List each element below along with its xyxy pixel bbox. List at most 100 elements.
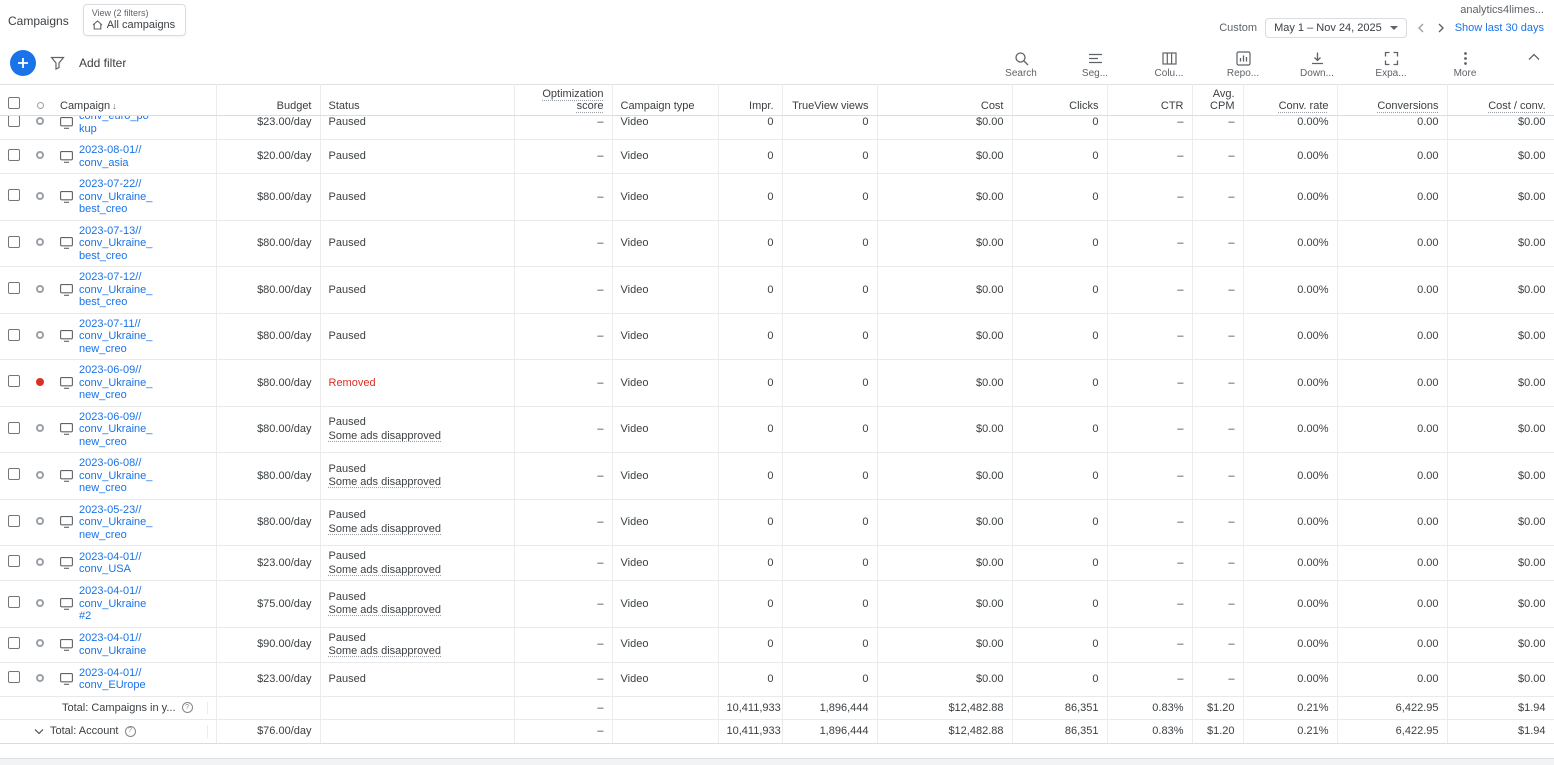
col-campaign[interactable]: Campaign ↓ (52, 85, 216, 116)
tool-label: Seg... (1082, 68, 1108, 79)
cost-cell: $0.00 (877, 313, 1012, 360)
status-dot (36, 558, 44, 566)
expand-tool[interactable]: Expa... (1374, 51, 1408, 79)
col-status[interactable]: Status (320, 85, 514, 116)
more-tool[interactable]: More (1448, 51, 1482, 79)
help-icon[interactable] (182, 702, 193, 713)
row-checkbox[interactable] (8, 282, 20, 294)
impressions-cell: 0 (718, 140, 782, 174)
col-budget[interactable]: Budget (216, 85, 320, 116)
tool-label: Repo... (1227, 68, 1259, 79)
status-note[interactable]: Some ads disapproved (329, 645, 506, 658)
campaign-link[interactable]: 2023-07-22// conv_Ukraine_ best_creo (79, 178, 152, 216)
col-optimization-score[interactable]: Optimization score (514, 85, 612, 116)
col-campaign-type[interactable]: Campaign type (612, 85, 718, 116)
budget-cell: $90.00/day (216, 627, 320, 662)
impressions-cell: 0 (718, 627, 782, 662)
row-checkbox[interactable] (8, 671, 20, 683)
opt-score-cell: – (514, 267, 612, 314)
collapse-toolbar-icon[interactable] (1528, 51, 1540, 61)
view-filter-chip[interactable]: View (2 filters) All campaigns (83, 4, 186, 36)
col-cost-per-conv[interactable]: Cost / conv. (1447, 85, 1554, 116)
campaign-link[interactable]: 2023-07-13// conv_Ukraine_ best_creo (79, 225, 152, 263)
search-tool[interactable]: Search (1004, 51, 1038, 79)
row-checkbox[interactable] (8, 116, 20, 127)
row-checkbox[interactable] (8, 596, 20, 608)
campaign-link[interactable]: conv_euro_po kup (79, 116, 149, 135)
row-checkbox[interactable] (8, 422, 20, 434)
col-cost[interactable]: Cost (877, 85, 1012, 116)
row-checkbox[interactable] (8, 555, 20, 567)
row-checkbox[interactable] (8, 189, 20, 201)
col-impressions[interactable]: Impr. (718, 85, 782, 116)
status-note[interactable]: Some ads disapproved (329, 604, 506, 617)
segment-tool[interactable]: Seg... (1078, 51, 1112, 79)
help-icon[interactable] (125, 726, 136, 737)
cost-cell: $0.00 (877, 499, 1012, 546)
columns-tool[interactable]: Colu... (1152, 51, 1186, 79)
col-clicks[interactable]: Clicks (1012, 85, 1107, 116)
date-prev-button[interactable] (1415, 23, 1427, 33)
row-checkbox[interactable] (8, 468, 20, 480)
impressions-cell: 0 (718, 499, 782, 546)
campaign-type-cell: Video (612, 406, 718, 453)
row-checkbox[interactable] (8, 515, 20, 527)
col-avg-cpm[interactable]: Avg. CPM (1192, 85, 1243, 116)
campaign-link[interactable]: 2023-04-01// conv_Ukraine (79, 632, 146, 657)
conversions-cell: 0.00 (1337, 267, 1447, 314)
add-campaign-button[interactable] (10, 50, 36, 76)
conv-rate-cell: 0.00% (1243, 220, 1337, 267)
show-last-30-days-link[interactable]: Show last 30 days (1455, 22, 1544, 34)
campaign-link[interactable]: 2023-05-23// conv_Ukraine_ new_creo (79, 504, 152, 542)
status-note[interactable]: Some ads disapproved (329, 564, 506, 577)
reports-tool[interactable]: Repo... (1226, 51, 1260, 79)
video-campaign-icon (60, 117, 73, 129)
conv-rate-cell: 0.00% (1243, 313, 1337, 360)
trueview-views-cell: 0 (782, 662, 877, 696)
filter-icon[interactable] (50, 56, 65, 70)
chevron-down-icon[interactable] (34, 728, 44, 735)
conv-rate-cell: 0.00% (1243, 627, 1337, 662)
row-checkbox[interactable] (8, 375, 20, 387)
opt-score-cell: – (514, 360, 612, 407)
campaign-link[interactable]: 2023-04-01// conv_Ukraine #2 (79, 585, 146, 623)
status-note[interactable]: Some ads disapproved (329, 430, 506, 443)
avg-cpm-cell: – (1192, 174, 1243, 221)
status-cell: Paused (320, 313, 514, 360)
status-cell: Paused (320, 174, 514, 221)
campaign-link[interactable]: 2023-04-01// conv_USA (79, 551, 141, 576)
campaign-link[interactable]: 2023-06-08// conv_Ukraine_ new_creo (79, 457, 152, 495)
campaign-link[interactable]: 2023-07-11// conv_Ukraine_ new_creo (79, 318, 152, 356)
table-row: 2023-04-01// conv_EUrope $23.00/day Paus… (0, 662, 1554, 696)
clicks-cell: 0 (1012, 453, 1107, 500)
cost-per-conv-cell: $0.00 (1447, 313, 1554, 360)
col-conv-rate[interactable]: Conv. rate (1243, 85, 1337, 116)
add-filter-button[interactable]: Add filter (79, 56, 126, 70)
campaign-link[interactable]: 2023-07-12// conv_Ukraine_ best_creo (79, 271, 152, 309)
col-trueview-views[interactable]: TrueView views (782, 85, 877, 116)
conversions-cell: 0.00 (1337, 453, 1447, 500)
campaign-link[interactable]: 2023-04-01// conv_EUrope (79, 667, 146, 692)
download-tool[interactable]: Down... (1300, 51, 1334, 79)
date-next-button[interactable] (1435, 23, 1447, 33)
impressions-cell: 0 (718, 546, 782, 581)
status-cell: Paused Some ads disapproved (320, 546, 514, 581)
table-body-viewport: conv_euro_po kup $23.00/day Paused – Vid… (0, 116, 1554, 744)
col-conversions[interactable]: Conversions (1337, 85, 1447, 116)
row-checkbox[interactable] (8, 149, 20, 161)
campaign-link[interactable]: 2023-08-01// conv_asia (79, 144, 141, 169)
status-note[interactable]: Some ads disapproved (329, 476, 506, 489)
campaign-link[interactable]: 2023-06-09// conv_Ukraine_ new_creo (79, 411, 152, 449)
row-checkbox[interactable] (8, 637, 20, 649)
video-campaign-icon (60, 516, 73, 528)
cost-per-conv-cell: $0.00 (1447, 499, 1554, 546)
row-checkbox[interactable] (8, 236, 20, 248)
col-ctr[interactable]: CTR (1107, 85, 1192, 116)
status-note[interactable]: Some ads disapproved (329, 523, 506, 536)
campaign-link[interactable]: 2023-06-09// conv_Ukraine_ new_creo (79, 364, 152, 402)
total-avg-cpm: $1.20 (1192, 696, 1243, 720)
campaign-type-cell: Video (612, 267, 718, 314)
date-range-select[interactable]: May 1 – Nov 24, 2025 (1265, 18, 1407, 38)
select-all-checkbox[interactable] (8, 97, 20, 109)
row-checkbox[interactable] (8, 329, 20, 341)
